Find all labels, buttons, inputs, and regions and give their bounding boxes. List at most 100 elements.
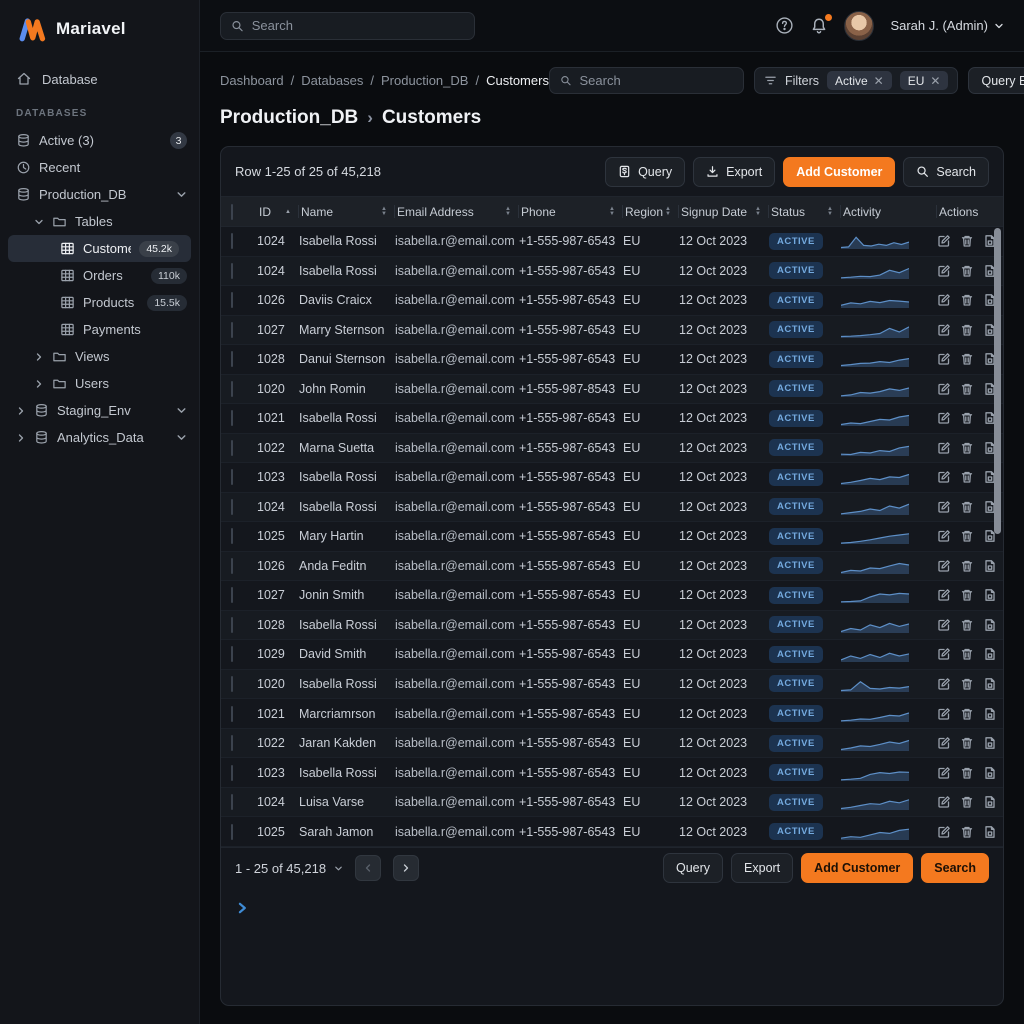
edit-button[interactable] [937,441,951,455]
delete-button[interactable] [960,766,974,780]
edit-button[interactable] [937,677,951,691]
table-row[interactable]: 1025 Mary Hartin isabella.r@email.com +1… [221,522,1003,552]
column-header-id[interactable]: ID▲ [257,197,299,226]
prev-page-button[interactable] [355,855,381,881]
edit-button[interactable] [937,529,951,543]
delete-button[interactable] [960,470,974,484]
document-button[interactable] [983,825,997,839]
filter-chip-eu[interactable]: EU ✕ [900,71,949,90]
row-checkbox[interactable] [231,558,233,574]
table-row[interactable]: 1024 Isabella Rossi isabella.r@email.com… [221,227,1003,257]
delete-button[interactable] [960,529,974,543]
table-row[interactable]: 1022 Marna Suetta isabella.r@email.com +… [221,434,1003,464]
column-header-signup-date[interactable]: Signup Date▲▼ [679,197,769,226]
table-row[interactable]: 1027 Jonin Smith isabella.r@email.com +1… [221,581,1003,611]
table-row[interactable]: 1024 Isabella Rossi isabella.r@email.com… [221,257,1003,287]
sidebar-item-recent[interactable]: Recent [0,154,199,181]
expand-chevron-icon[interactable] [235,901,249,915]
filters-group[interactable]: Filters Active ✕ EU ✕ [754,67,959,94]
edit-button[interactable] [937,352,951,366]
search-button[interactable]: Search [903,157,989,187]
row-checkbox[interactable] [231,646,233,662]
document-button[interactable] [983,618,997,632]
vertical-scrollbar[interactable] [994,228,1001,534]
edit-button[interactable] [937,707,951,721]
sidebar-item-payments[interactable]: Payments [0,316,199,343]
table-row[interactable]: 1021 Marcriamrson isabella.r@email.com +… [221,699,1003,729]
delete-button[interactable] [960,293,974,307]
column-header-email[interactable]: Email Address▲▼ [395,197,519,226]
delete-button[interactable] [960,323,974,337]
table-row[interactable]: 1020 Isabella Rossi isabella.r@email.com… [221,670,1003,700]
row-checkbox[interactable] [231,263,233,279]
table-row[interactable]: 1024 Luisa Varse isabella.r@email.com +1… [221,788,1003,818]
row-checkbox[interactable] [231,351,233,367]
table-row[interactable]: 1027 Marry Sternson isabella.r@email.com… [221,316,1003,346]
edit-button[interactable] [937,264,951,278]
sidebar-item-active[interactable]: Active (3) 3 [0,127,199,154]
topbar-search[interactable] [220,12,475,40]
table-row[interactable]: 1024 Isabella Rossi isabella.r@email.com… [221,493,1003,523]
search-button-bottom[interactable]: Search [921,853,989,883]
row-checkbox[interactable] [231,765,233,781]
delete-button[interactable] [960,441,974,455]
add-customer-button-bottom[interactable]: Add Customer [801,853,913,883]
table-row[interactable]: 1020 John Romin isabella.r@email.com +1-… [221,375,1003,405]
edit-button[interactable] [937,618,951,632]
sidebar-item-views[interactable]: Views [0,343,199,370]
document-button[interactable] [983,647,997,661]
document-button[interactable] [983,588,997,602]
row-checkbox[interactable] [231,233,233,249]
row-checkbox[interactable] [231,322,233,338]
row-checkbox[interactable] [231,292,233,308]
document-button[interactable] [983,736,997,750]
delete-button[interactable] [960,234,974,248]
select-all-checkbox[interactable] [231,204,233,220]
delete-button[interactable] [960,795,974,809]
delete-button[interactable] [960,500,974,514]
column-header-region[interactable]: Region▲▼ [623,197,679,226]
page-range-dropdown[interactable]: 1 - 25 of 45,218 [235,861,343,876]
edit-button[interactable] [937,559,951,573]
row-checkbox[interactable] [231,824,233,840]
breadcrumb-item[interactable]: Dashboard [220,73,284,88]
column-header-status[interactable]: Status▲▼ [769,197,841,226]
document-button[interactable] [983,795,997,809]
delete-button[interactable] [960,352,974,366]
delete-button[interactable] [960,736,974,750]
row-checkbox[interactable] [231,587,233,603]
edit-button[interactable] [937,470,951,484]
row-checkbox[interactable] [231,676,233,692]
query-button-bottom[interactable]: Query [663,853,723,883]
edit-button[interactable] [937,588,951,602]
edit-button[interactable] [937,293,951,307]
edit-button[interactable] [937,647,951,661]
page-search-input[interactable] [579,73,732,88]
row-checkbox[interactable] [231,440,233,456]
table-row[interactable]: 1023 Isabella Rossi isabella.r@email.com… [221,463,1003,493]
add-customer-button[interactable]: Add Customer [783,157,895,187]
delete-button[interactable] [960,825,974,839]
breadcrumb-item[interactable]: Production_DB [381,73,468,88]
edit-button[interactable] [937,500,951,514]
sidebar-item-products[interactable]: Products 15.5k [0,289,199,316]
row-checkbox[interactable] [231,499,233,515]
table-row[interactable]: 1021 Isabella Rossi isabella.r@email.com… [221,404,1003,434]
table-row[interactable]: 1026 Anda Feditn isabella.r@email.com +1… [221,552,1003,582]
table-row[interactable]: 1023 Isabella Rossi isabella.r@email.com… [221,758,1003,788]
document-button[interactable] [983,559,997,573]
row-checkbox[interactable] [231,735,233,751]
help-button[interactable] [775,16,794,35]
row-checkbox[interactable] [231,410,233,426]
sidebar-item-tables[interactable]: Tables [0,208,199,235]
sidebar-item-orders[interactable]: Orders 110k [0,262,199,289]
table-row[interactable]: 1025 Sarah Jamon isabella.r@email.com +1… [221,817,1003,847]
column-header-name[interactable]: Name▲▼ [299,197,395,226]
table-row[interactable]: 1028 Isabella Rossi isabella.r@email.com… [221,611,1003,641]
sidebar-item-database[interactable]: Database [0,64,199,94]
table-row[interactable]: 1028 Danui Sternson isabella.r@email.com… [221,345,1003,375]
row-checkbox[interactable] [231,469,233,485]
notifications-button[interactable] [810,17,828,35]
row-checkbox[interactable] [231,617,233,633]
delete-button[interactable] [960,382,974,396]
